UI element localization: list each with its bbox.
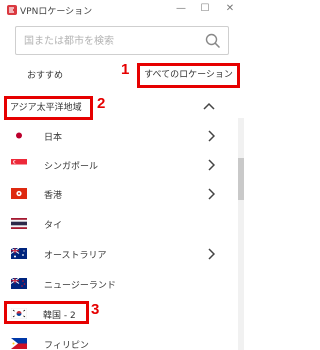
scrollbar-thumb[interactable]: [238, 158, 244, 200]
country-row-south-korea[interactable]: 韓国 - 2: [4, 301, 89, 324]
annotation-3: 3: [91, 301, 100, 318]
country-row-singapore[interactable]: シンガポール: [0, 151, 236, 180]
search-input[interactable]: [24, 33, 204, 49]
country-row-australia[interactable]: オーストラリア: [0, 240, 236, 269]
country-label: シンガポール: [44, 162, 99, 172]
chevron-right-icon[interactable]: [207, 159, 215, 171]
country-label: ニュージーランド: [44, 281, 116, 291]
japan-flag-icon: [11, 130, 27, 141]
thailand-flag-icon: [11, 218, 27, 229]
tab-recommended[interactable]: おすすめ: [27, 68, 63, 81]
country-label: 韓国 - 2: [43, 311, 76, 321]
country-label: 香港: [44, 191, 63, 201]
search-icon[interactable]: [205, 33, 221, 49]
chevron-right-icon[interactable]: [207, 130, 215, 142]
region-header-asia-pacific[interactable]: アジア太平洋地域: [4, 96, 93, 120]
singapore-flag-icon: [11, 159, 27, 170]
annotation-2: 2: [97, 95, 106, 112]
window-title: VPNロケーション: [20, 7, 93, 17]
philippines-flag-icon: [11, 338, 27, 349]
search-box: [15, 26, 229, 55]
maximize-button[interactable]: ☐: [197, 2, 213, 16]
expressvpn-logo-icon: [7, 5, 17, 15]
country-label: フィリピン: [44, 341, 89, 350]
country-label: 日本: [44, 133, 63, 143]
south-korea-flag-icon: [11, 308, 27, 319]
country-label: タイ: [44, 221, 63, 231]
new-zealand-flag-icon: [11, 278, 27, 289]
australia-flag-icon: [11, 248, 27, 259]
country-row-philippines[interactable]: フィリピン: [0, 330, 236, 350]
country-row-hong-kong[interactable]: 香港: [0, 180, 236, 209]
annotation-1: 1: [121, 61, 130, 78]
country-row-thailand[interactable]: タイ: [0, 210, 236, 239]
region-label: アジア太平洋地域: [10, 103, 82, 113]
scrollbar-track[interactable]: [238, 118, 244, 350]
chevron-right-icon[interactable]: [207, 248, 215, 260]
title-bar: VPNロケーション — ☐ ✕: [0, 0, 245, 20]
tab-all-locations[interactable]: すべてのロケーション: [137, 63, 240, 88]
country-row-japan[interactable]: 日本: [0, 122, 236, 151]
chevron-up-icon[interactable]: [203, 101, 215, 111]
chevron-right-icon[interactable]: [207, 188, 215, 200]
country-row-new-zealand[interactable]: ニュージーランド: [0, 270, 236, 299]
close-button[interactable]: ✕: [222, 2, 238, 16]
hong-kong-flag-icon: [11, 188, 27, 199]
minimize-button[interactable]: —: [173, 2, 189, 16]
country-label: オーストラリア: [44, 251, 107, 261]
